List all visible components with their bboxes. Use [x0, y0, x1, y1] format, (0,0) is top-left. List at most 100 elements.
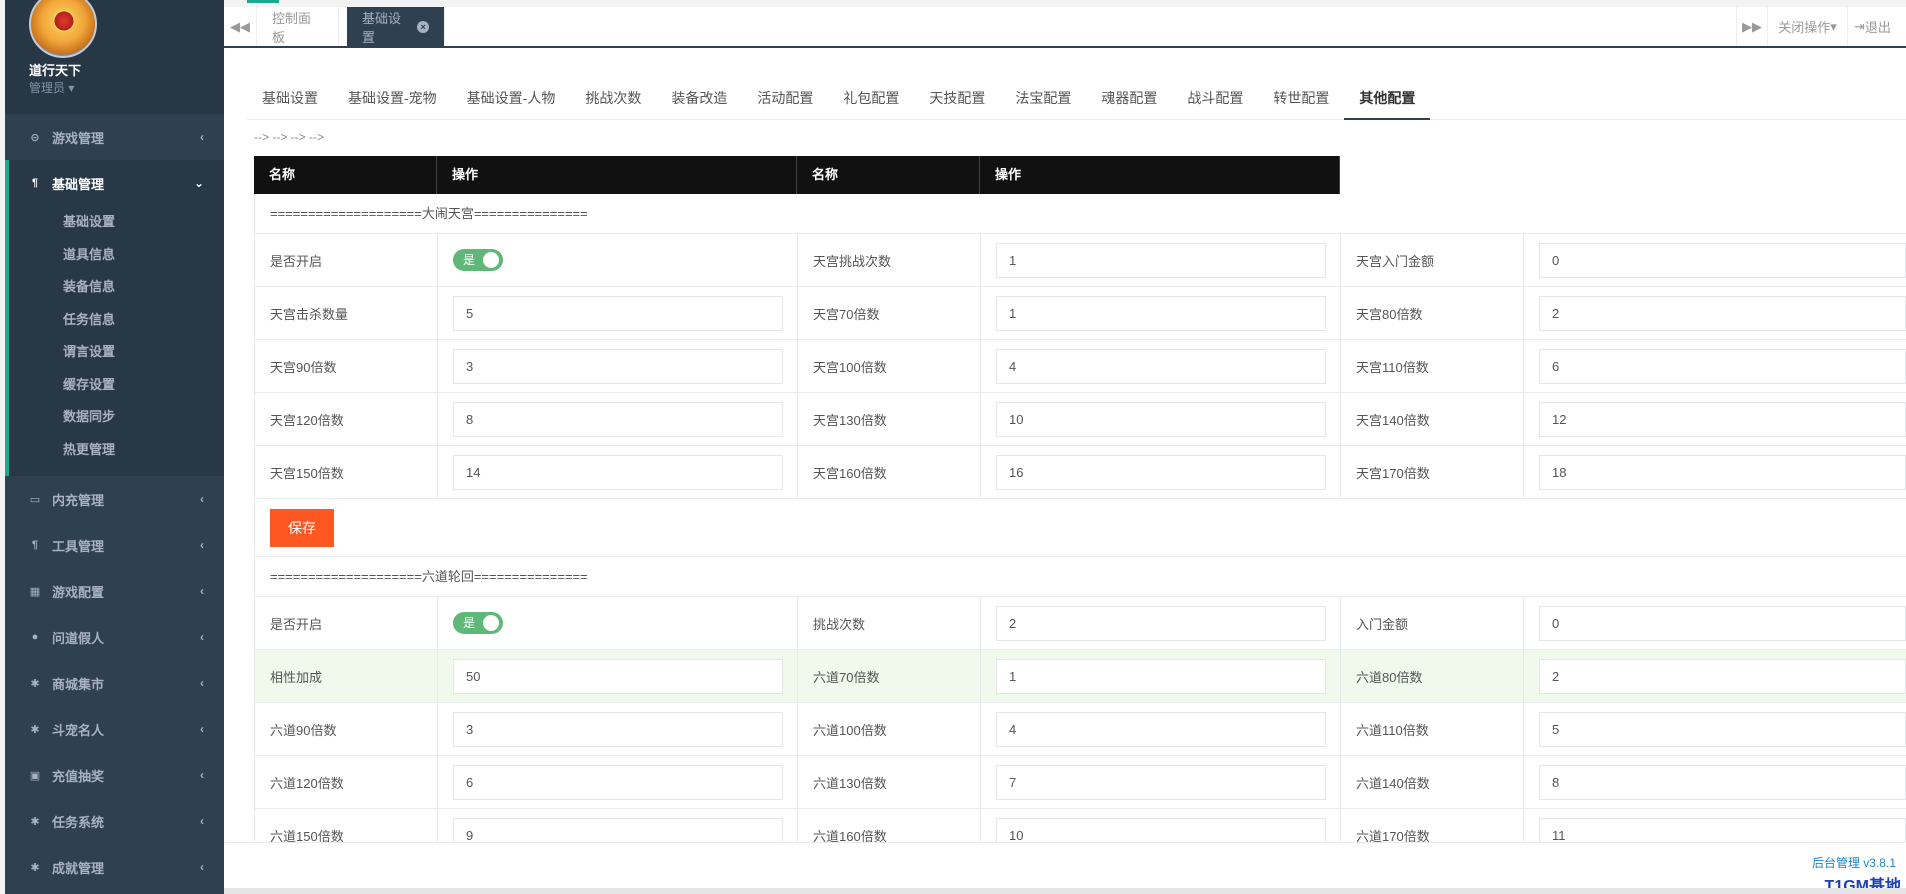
sidebar-group-3: ¶ 工具管理 ‹ [5, 522, 224, 568]
field-input[interactable] [453, 454, 783, 490]
scroll-tabs-right-button[interactable]: ▶▶ [1736, 7, 1768, 46]
chevron-left-icon: ‹ [200, 860, 204, 874]
sidebar-item-6[interactable]: ✱ 商城集市 ‹ [5, 660, 224, 706]
settings-tab[interactable]: 魂器配置 [1086, 85, 1172, 120]
field-control [1524, 393, 1906, 445]
sidebar-item-10[interactable]: ✱ 成就管理 ‹ [5, 844, 224, 890]
field-input[interactable] [453, 764, 783, 800]
field-input[interactable] [996, 764, 1326, 800]
field-input[interactable] [453, 348, 783, 384]
sidebar-subitem[interactable]: 数据同步 [9, 401, 224, 434]
sidebar-item-3[interactable]: ¶ 工具管理 ‹ [5, 522, 224, 568]
field-input[interactable] [996, 454, 1326, 490]
field-control [438, 393, 798, 445]
sidebar-item-8[interactable]: ▣ 充值抽奖 ‹ [5, 752, 224, 798]
sidebar-item-4[interactable]: ▦ 游戏配置 ‹ [5, 568, 224, 614]
sidebar-subitem[interactable]: 装备信息 [9, 271, 224, 304]
sidebar-group-10: ✱ 成就管理 ‹ [5, 844, 224, 890]
field-input[interactable] [996, 348, 1326, 384]
sidebar-subitem[interactable]: 热更管理 [9, 434, 224, 467]
scroll-tabs-left-button[interactable]: ◀◀ [224, 7, 257, 46]
field-label: 是否开启 [255, 597, 438, 649]
field-label: 天宫入门金额 [1341, 234, 1524, 286]
field-input[interactable] [453, 658, 783, 694]
field-input[interactable] [996, 401, 1326, 437]
sidebar-item-label: 基础管理 [52, 176, 105, 192]
table-row: 天宫150倍数 天宫160倍数 天宫170倍数 [255, 446, 1906, 499]
field-control [981, 703, 1341, 755]
settings-tab[interactable]: 活动配置 [742, 85, 828, 120]
sidebar-subitem[interactable]: 任务信息 [9, 304, 224, 337]
tab-dashboard[interactable]: 控制面板 [257, 7, 339, 46]
chevron-left-icon: ‹ [200, 538, 204, 552]
field-control [1524, 234, 1906, 286]
sidebar-item-label: 内充管理 [52, 492, 105, 508]
field-input[interactable] [1539, 658, 1906, 694]
table-row: 天宫90倍数 天宫100倍数 天宫110倍数 [255, 340, 1906, 393]
field-label: 天宫120倍数 [255, 393, 438, 445]
sidebar-item-0[interactable]: ⊝ 游戏管理 ‹ [5, 114, 224, 160]
sidebar-subitem[interactable]: 道具信息 [9, 239, 224, 272]
settings-tab[interactable]: 转世配置 [1258, 85, 1344, 120]
field-input[interactable] [1539, 348, 1906, 384]
close-tab-icon[interactable]: × [417, 20, 429, 33]
field-control [981, 287, 1341, 339]
chevron-left-icon: ‹ [200, 584, 204, 598]
field-input[interactable] [1539, 242, 1906, 278]
field-input[interactable] [453, 295, 783, 331]
field-label: 挑战次数 [798, 597, 981, 649]
settings-tab[interactable]: 基础设置 [247, 85, 333, 120]
save-button[interactable]: 保存 [270, 509, 334, 547]
settings-tab[interactable]: 战斗配置 [1172, 85, 1258, 120]
field-input[interactable] [996, 295, 1326, 331]
horizontal-scrollbar[interactable] [224, 888, 1906, 894]
tab-basic-settings-label: 基础设置 [362, 10, 402, 45]
field-input[interactable] [996, 605, 1326, 641]
field-input[interactable] [996, 242, 1326, 278]
settings-tab[interactable]: 其他配置 [1344, 85, 1431, 120]
enable-toggle[interactable]: 是 [453, 249, 503, 271]
settings-tab[interactable]: 法宝配置 [1000, 85, 1086, 120]
field-label: 天宫170倍数 [1341, 446, 1524, 498]
field-input[interactable] [1539, 605, 1906, 641]
settings-tab[interactable]: 基础设置-人物 [452, 85, 571, 120]
config-rows: ====================大闹天宫=============== 是… [254, 194, 1906, 862]
field-control [438, 287, 798, 339]
settings-tab[interactable]: 天技配置 [914, 85, 1000, 120]
field-input[interactable] [453, 711, 783, 747]
settings-tab[interactable]: 装备改造 [656, 85, 742, 120]
field-input[interactable] [1539, 711, 1906, 747]
field-input[interactable] [996, 711, 1326, 747]
sidebar-group-4: ▦ 游戏配置 ‹ [5, 568, 224, 614]
sidebar-item-7[interactable]: ✱ 斗宠名人 ‹ [5, 706, 224, 752]
sidebar-item-1[interactable]: ¶ 基础管理 ⌄ [9, 160, 224, 206]
main-content: 基础设置 基础设置-宠物 基础设置-人物 挑战次数 装备改造 活动配置 礼包配置 天技配置 法宝… [224, 48, 1906, 862]
field-input[interactable] [453, 401, 783, 437]
field-input[interactable] [1539, 401, 1906, 437]
field-input[interactable] [1539, 454, 1906, 490]
field-control: 是 [438, 234, 798, 286]
field-label: 天宫140倍数 [1341, 393, 1524, 445]
field-control: 是 [438, 597, 798, 649]
field-input[interactable] [1539, 764, 1906, 800]
avatar[interactable] [29, 0, 97, 58]
field-label: 六道130倍数 [798, 756, 981, 808]
sidebar-item-9[interactable]: ✱ 任务系统 ‹ [5, 798, 224, 844]
sidebar-subitem[interactable]: 缓存设置 [9, 369, 224, 402]
field-input[interactable] [996, 658, 1326, 694]
sidebar-item-label: 商城集市 [52, 676, 105, 692]
logout-button[interactable]: ⇥ 退出 [1848, 7, 1906, 46]
settings-tab[interactable]: 礼包配置 [828, 85, 914, 120]
settings-tab[interactable]: 挑战次数 [570, 85, 656, 120]
save-row: 保存 [255, 499, 1906, 557]
sidebar-item-5[interactable]: ● 问道假人 ‹ [5, 614, 224, 660]
close-operations-dropdown[interactable]: 关闭操作 ▾ [1768, 7, 1848, 46]
enable-toggle[interactable]: 是 [453, 612, 503, 634]
sidebar-subitem[interactable]: 谓言设置 [9, 336, 224, 369]
sidebar-item-2[interactable]: ▭ 内充管理 ‹ [5, 476, 224, 522]
tab-basic-settings[interactable]: 基础设置 × [347, 7, 445, 46]
field-input[interactable] [1539, 295, 1906, 331]
settings-tab[interactable]: 基础设置-宠物 [333, 85, 452, 120]
sidebar-subitem[interactable]: 基础设置 [9, 206, 224, 239]
profile-role-dropdown[interactable]: 管理员 ▾ [29, 79, 74, 96]
